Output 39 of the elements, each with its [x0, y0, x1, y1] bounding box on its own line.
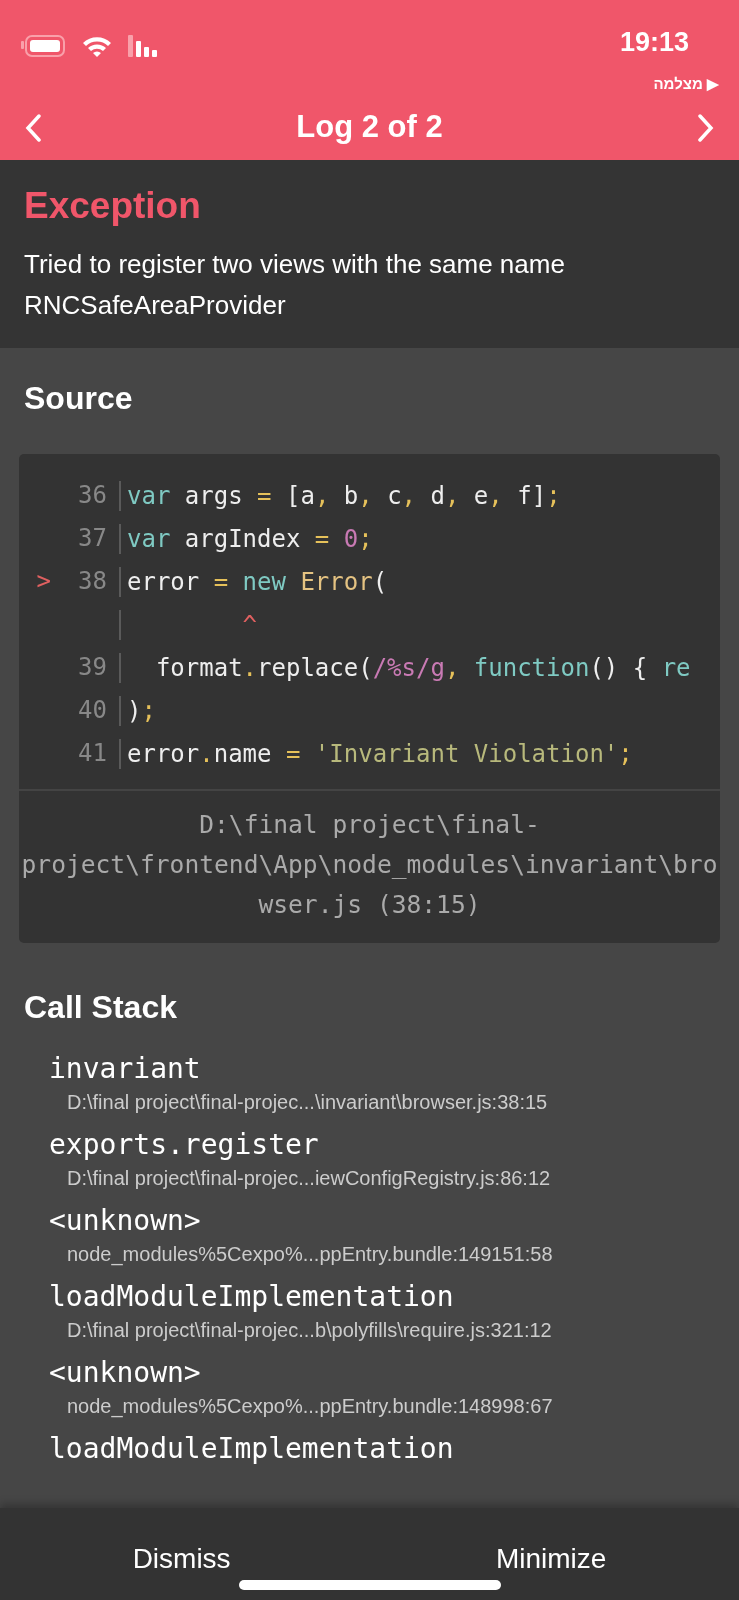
status-time: 19:13 [619, 26, 689, 59]
error-caret: ^ [241, 610, 258, 639]
stack-frame-location: D:\final project\final-projec...iewConfigRegistry.js:86:12 [66, 1166, 552, 1192]
exception-message: Tried to register two views with the same name RNCSafeAreaProvider [24, 248, 566, 323]
file-path: D:\final project\final-project\frontend\App\node_modules\invariant\browser.js (38:15) [19, 789, 720, 944]
stack-frame-location: D:\final project\final-projec...\invariant\browser.js:38:15 [66, 1090, 549, 1116]
line-number: 36 [78, 481, 107, 510]
line-number: 39 [78, 653, 107, 682]
stack-frame-location: D:\final project\final-projec...b\polyfills\require.js:321:12 [66, 1318, 553, 1344]
exception-title: Exception [24, 184, 202, 228]
wifi-icon [82, 35, 112, 57]
stack-frame-method[interactable]: <unknown> [49, 1355, 715, 1392]
log-title: Log 2 of 2 [296, 108, 443, 147]
current-line-marker: > [36, 567, 51, 596]
stack-frame-method[interactable]: <unknown> [49, 1203, 715, 1240]
stack-frame-method[interactable]: loadModuleImplementation [49, 1431, 715, 1468]
code-line: var argIndex = 0; [127, 524, 373, 553]
section-title: Call Stack [23, 988, 178, 1028]
stack-frame-method[interactable]: loadModuleImplementation [49, 1279, 715, 1316]
line-number: 37 [78, 524, 107, 553]
code-line: format.replace(/%s/g, function() { re [154, 653, 691, 682]
section-title: Source [23, 379, 134, 419]
stack-frame-method[interactable]: exports.register [49, 1127, 715, 1164]
line-number: 40 [78, 696, 107, 725]
line-number: 38 [78, 567, 107, 596]
signal-icon [128, 35, 160, 57]
code-line: ); [127, 696, 156, 725]
footer-button[interactable]: Dismiss [124, 1534, 239, 1584]
chevron-left-icon [24, 113, 42, 142]
battery-icon [20, 35, 66, 57]
stack-frame-location: node_modules%5Cexpo%...ppEntry.bundle:149151:58 [66, 1242, 554, 1268]
chevron-right-icon [697, 113, 715, 142]
stack-frame-method[interactable]: invariant [49, 1051, 715, 1088]
stack-frame-location: node_modules%5Cexpo%...ppEntry.bundle:148998:67 [66, 1394, 554, 1420]
line-number: 41 [78, 739, 107, 768]
code-line: var args = [a, b, c, d, e, f]; [127, 481, 561, 510]
code-line: error = new Error( [127, 567, 388, 596]
code-line: error.name = 'Invariant Violation'; [127, 739, 633, 768]
footer-button[interactable]: Minimize [487, 1534, 615, 1584]
